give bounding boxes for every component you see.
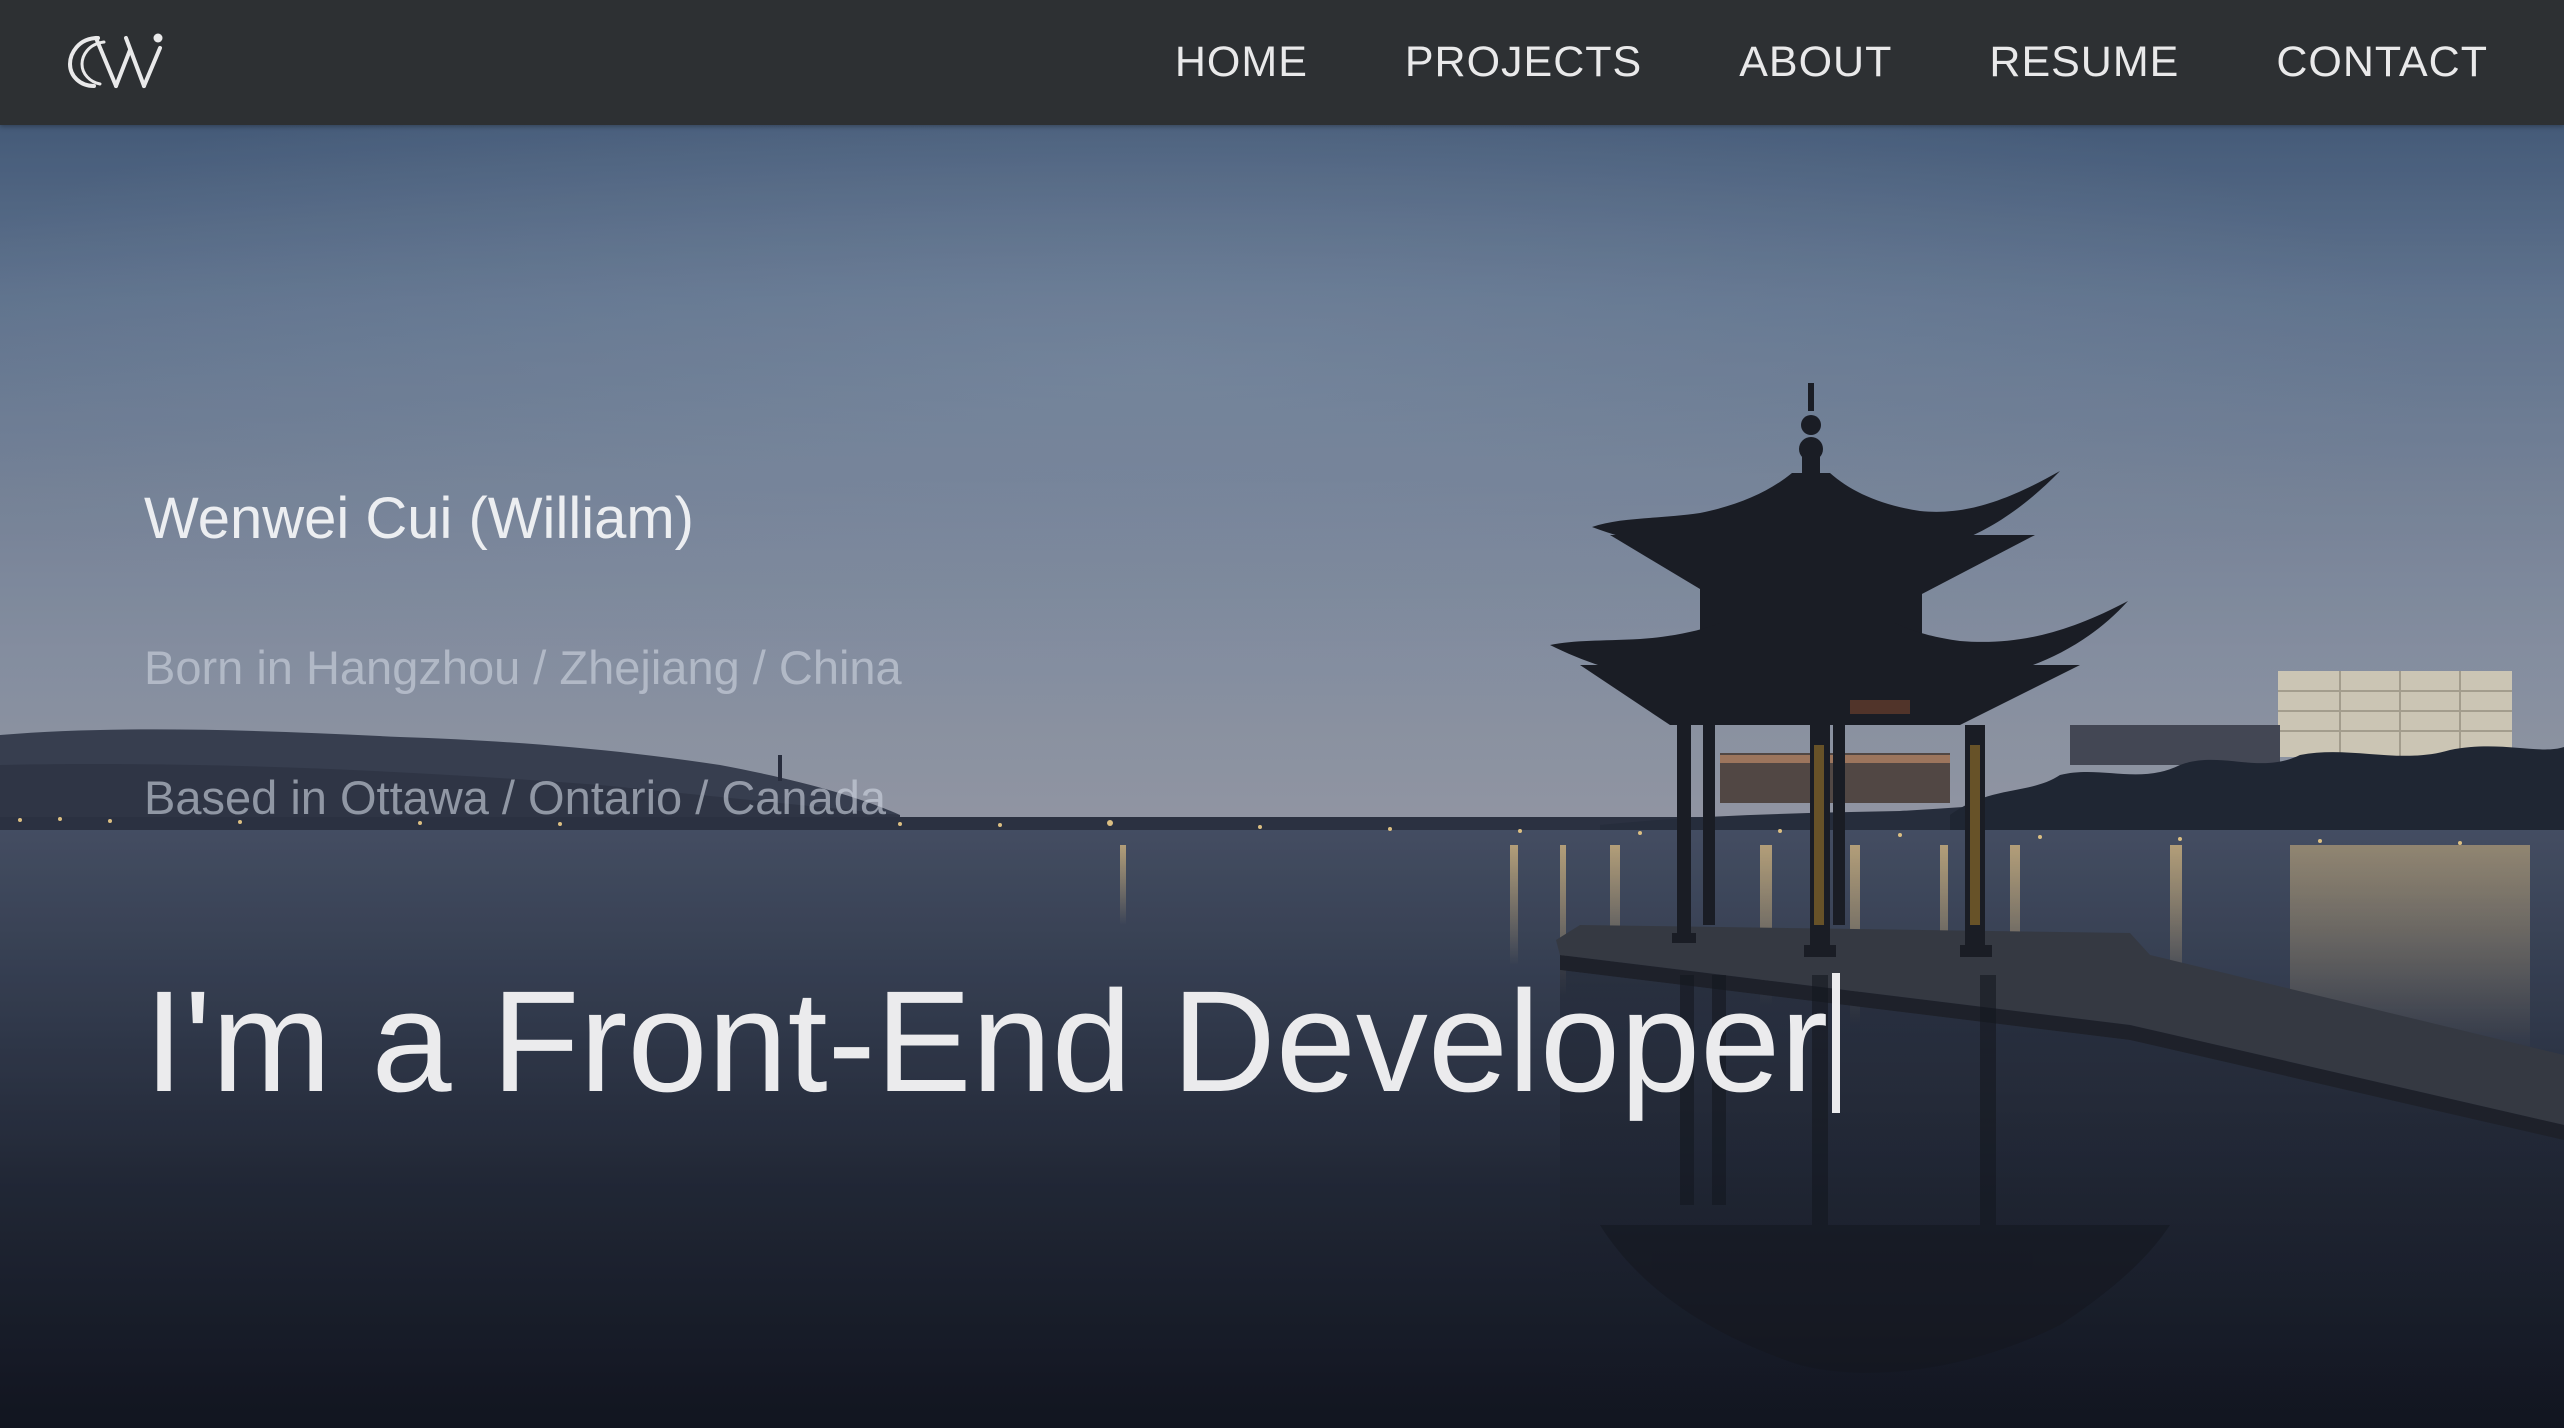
nav-link-about[interactable]: ABOUT bbox=[1739, 38, 1892, 87]
hero-tagline: I'm a Front-End Developer bbox=[144, 957, 1841, 1127]
nav-link-home[interactable]: HOME bbox=[1175, 38, 1308, 87]
hero-section: Wenwei Cui (William) Born in Hangzhou / … bbox=[0, 125, 2564, 1428]
hero-based-line: Based in Ottawa / Ontario / Canada bbox=[144, 771, 886, 824]
nav-link-contact[interactable]: CONTACT bbox=[2276, 38, 2488, 87]
nav-link-projects[interactable]: PROJECTS bbox=[1405, 38, 1642, 87]
portfolio-page: HOME PROJECTS ABOUT RESUME CONTACT Wenwe… bbox=[0, 0, 2564, 1428]
cw-logo-icon[interactable] bbox=[64, 30, 174, 94]
typing-cursor-icon bbox=[1832, 973, 1841, 1113]
nav-link-resume[interactable]: RESUME bbox=[1989, 38, 2179, 87]
main-nav: HOME PROJECTS ABOUT RESUME CONTACT bbox=[1175, 0, 2488, 125]
tagline-prefix: I'm a bbox=[144, 961, 452, 1122]
hero-name: Wenwei Cui (William) bbox=[144, 486, 694, 551]
top-navbar: HOME PROJECTS ABOUT RESUME CONTACT bbox=[0, 0, 2564, 125]
tagline-role: Front-End Developer bbox=[491, 961, 1829, 1122]
hero-born-line: Born in Hangzhou / Zhejiang / China bbox=[144, 641, 902, 694]
